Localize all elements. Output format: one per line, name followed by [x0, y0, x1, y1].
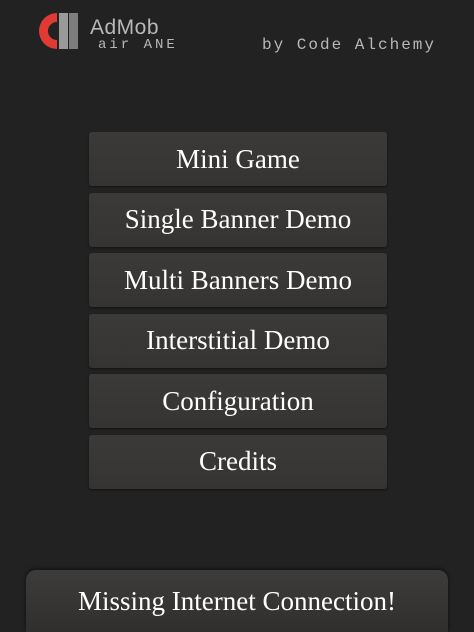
toast-message: Missing Internet Connection!	[78, 585, 396, 616]
mini-game-button[interactable]: Mini Game	[89, 132, 387, 186]
multi-banners-demo-button[interactable]: Multi Banners Demo	[89, 253, 387, 308]
logo-wordmark: AdMob air ANE	[90, 17, 178, 52]
admob-logo-icon	[35, 10, 79, 52]
single-banner-demo-button[interactable]: Single Banner Demo	[89, 192, 387, 247]
configuration-button[interactable]: Configuration	[89, 374, 387, 429]
logo-title: AdMob	[90, 16, 160, 39]
main-menu: Mini Game Single Banner Demo Multi Banne…	[89, 132, 387, 496]
logo-subtitle: air ANE	[98, 37, 178, 53]
app-header: AdMob air ANE by Code Alchemy	[0, 0, 474, 64]
developer-credit: by Code Alchemy	[261, 36, 436, 54]
interstitial-demo-button[interactable]: Interstitial Demo	[89, 313, 387, 368]
credits-button[interactable]: Credits	[89, 434, 387, 489]
connection-toast: Missing Internet Connection!	[26, 570, 448, 632]
